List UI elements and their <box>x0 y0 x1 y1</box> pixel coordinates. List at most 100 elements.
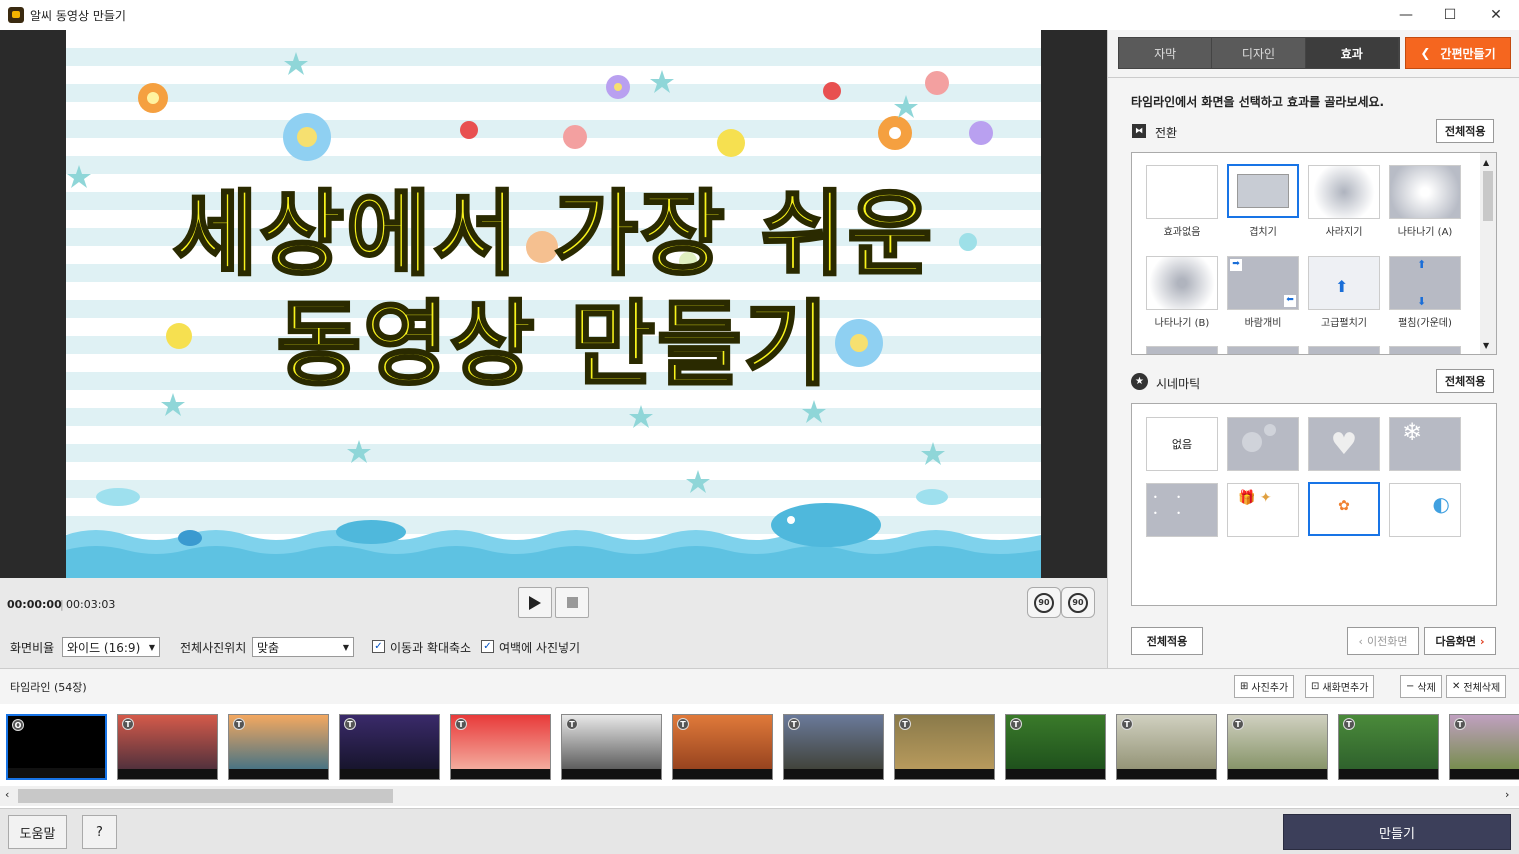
arrows-out-icon: ⬆ <box>1417 258 1427 271</box>
transition-unfold-center[interactable]: ⬆ ⬇ <box>1389 256 1461 310</box>
frame-badge: T <box>566 718 578 730</box>
image-icon <box>1237 174 1289 208</box>
timeline-frame[interactable]: O <box>6 714 107 780</box>
timeline-scrollbar[interactable]: ‹ › <box>0 786 1519 806</box>
timeline-frame[interactable]: T <box>117 714 218 780</box>
transition-advanced-unfold[interactable]: ⬆ <box>1308 256 1380 310</box>
delete-button[interactable]: − 삭제 <box>1400 675 1442 698</box>
video-preview[interactable]: 세상에서 가장 쉬운 동영상 만들기 <box>66 30 1041 578</box>
aspect-value: 와이드 (16:9) <box>67 640 141 655</box>
help-button[interactable]: 도움말 <box>8 815 67 849</box>
arrow-up-icon: ⬆ <box>1335 277 1349 296</box>
prev-screen-button[interactable]: ‹ 이전화면 <box>1347 627 1419 655</box>
timeline-frame[interactable]: T <box>1338 714 1439 780</box>
cinematic-title: 시네마틱 <box>1156 377 1201 391</box>
cinematic-grid: 없음 ♥ ❄ • • • • 🎁 ✦ ✿ ◐ <box>1131 403 1497 606</box>
transition-appear-a-label: 나타나기 (A) <box>1397 227 1453 238</box>
transition-appear-b[interactable] <box>1146 256 1218 310</box>
timeline-frame[interactable]: T <box>450 714 551 780</box>
aspect-label: 화면비율 <box>10 641 55 655</box>
transition-tile[interactable] <box>1227 346 1299 354</box>
app-icon <box>8 7 24 23</box>
timeline-frame[interactable]: T <box>561 714 662 780</box>
timeline-frame[interactable]: T <box>1449 714 1519 780</box>
transition-icon: ⧓ <box>1132 124 1146 138</box>
cinematic-gifts[interactable]: 🎁 ✦ <box>1227 483 1299 537</box>
transition-tile[interactable] <box>1146 346 1218 354</box>
divider <box>1108 77 1519 78</box>
transition-pinwheel-label: 바람개비 <box>1244 318 1282 329</box>
transition-tile[interactable] <box>1389 346 1461 354</box>
bokeh-icon <box>1264 424 1276 436</box>
star-icon: ★ <box>1131 373 1148 390</box>
question-button[interactable]: ? <box>82 815 117 849</box>
transition-tile[interactable] <box>1308 346 1380 354</box>
tab-design[interactable]: 디자인 <box>1212 38 1306 68</box>
bottom-bar: 도움말 ? 만들기 <box>0 808 1519 854</box>
cinematic-flowers[interactable]: ✿ <box>1308 482 1380 536</box>
zoom-checkbox[interactable]: ✓ <box>372 640 385 653</box>
transition-pinwheel[interactable]: ➡ ⬅ <box>1227 256 1299 310</box>
next-screen-label: 다음화면 <box>1435 635 1476 648</box>
timeline-frame[interactable]: T <box>672 714 773 780</box>
delete-all-button[interactable]: ✕ 전체삭제 <box>1446 675 1507 698</box>
close-icon: ✕ <box>1452 681 1461 692</box>
rotate-left-button[interactable]: 90 <box>1027 587 1061 618</box>
timeline-label: 타임라인 (54장) <box>10 681 87 694</box>
transition-scrollbar[interactable]: ▲ ▼ <box>1480 153 1496 354</box>
timeline-frame[interactable]: T <box>339 714 440 780</box>
frame-badge: T <box>1343 718 1355 730</box>
frame-bar <box>784 769 883 779</box>
frame-bar <box>562 769 661 779</box>
timeline-frame[interactable]: T <box>228 714 329 780</box>
next-screen-button[interactable]: 다음화면 › <box>1424 627 1496 655</box>
cinematic-particles[interactable]: • • • • <box>1146 483 1218 537</box>
photo-position-select[interactable]: 맞춤 ▼ <box>252 637 354 657</box>
transition-fade[interactable] <box>1308 165 1380 219</box>
scroll-thumb[interactable] <box>18 789 393 803</box>
aspect-select[interactable]: 와이드 (16:9) ▼ <box>62 637 160 657</box>
close-button[interactable]: ✕ <box>1473 0 1519 30</box>
add-photo-button[interactable]: ⊞ 사진추가 <box>1234 675 1295 698</box>
cinematic-snow[interactable]: ❄ <box>1389 417 1461 471</box>
apply-all-button[interactable]: 전체적용 <box>1131 627 1203 655</box>
transition-appear-a[interactable] <box>1389 165 1461 219</box>
add-new-screen-label: 새화면추가 <box>1322 683 1369 694</box>
chevron-left-icon: ❮ <box>1420 46 1431 60</box>
frame-badge: T <box>1121 718 1133 730</box>
play-button[interactable] <box>518 587 552 618</box>
timeline-frame[interactable]: T <box>783 714 884 780</box>
prev-screen-label: 이전화면 <box>1366 635 1408 648</box>
make-button[interactable]: 만들기 <box>1283 814 1511 850</box>
cinematic-balloons[interactable]: ◐ <box>1389 483 1461 537</box>
minimize-button[interactable]: — <box>1383 0 1429 30</box>
preview-title: 세상에서 가장 쉬운 동영상 만들기 <box>66 180 1041 400</box>
add-new-screen-button[interactable]: ⊡ 새화면추가 <box>1305 675 1375 698</box>
cinematic-bokeh[interactable] <box>1227 417 1299 471</box>
scroll-thumb[interactable] <box>1483 171 1493 221</box>
timeline-frame[interactable]: T <box>894 714 995 780</box>
timeline-frame[interactable]: T <box>1005 714 1106 780</box>
transition-appear-b-label: 나타나기 (B) <box>1154 318 1210 329</box>
cinematic-apply-all-button[interactable]: 전체적용 <box>1436 369 1495 393</box>
window-title: 알씨 동영상 만들기 <box>30 8 126 23</box>
cinematic-none[interactable]: 없음 <box>1146 417 1218 471</box>
cinematic-hearts[interactable]: ♥ <box>1308 417 1380 471</box>
tab-effects[interactable]: 효과 <box>1305 38 1399 68</box>
current-time: 00:00:00 <box>7 598 62 611</box>
effects-instruction: 타임라인에서 화면을 선택하고 효과를 골라보세요. <box>1131 95 1385 109</box>
playback-controls: 00:00:00 | 00:03:03 90 90 화면비율 와이드 (16:9… <box>0 578 1107 668</box>
frame-bar <box>1450 769 1519 779</box>
transition-grid: 효과없음 겹치기 사라지기 나타나기 (A) ➡ ⬅ ⬆ ⬆ ⬇ 나타나기 (B… <box>1131 152 1497 355</box>
timeline-frame[interactable]: T <box>1116 714 1217 780</box>
tab-subtitle[interactable]: 자막 <box>1119 38 1213 68</box>
transition-none[interactable] <box>1146 165 1218 219</box>
rotate-right-button[interactable]: 90 <box>1061 587 1095 618</box>
fill-checkbox[interactable]: ✓ <box>481 640 494 653</box>
transition-apply-all-button[interactable]: 전체적용 <box>1436 119 1495 143</box>
stop-button[interactable] <box>555 587 589 618</box>
transition-overlap[interactable] <box>1227 164 1299 218</box>
maximize-button[interactable]: ☐ <box>1427 0 1473 30</box>
timeline-frame[interactable]: T <box>1227 714 1328 780</box>
quick-make-button[interactable]: ❮ 간편만들기 <box>1405 37 1511 69</box>
